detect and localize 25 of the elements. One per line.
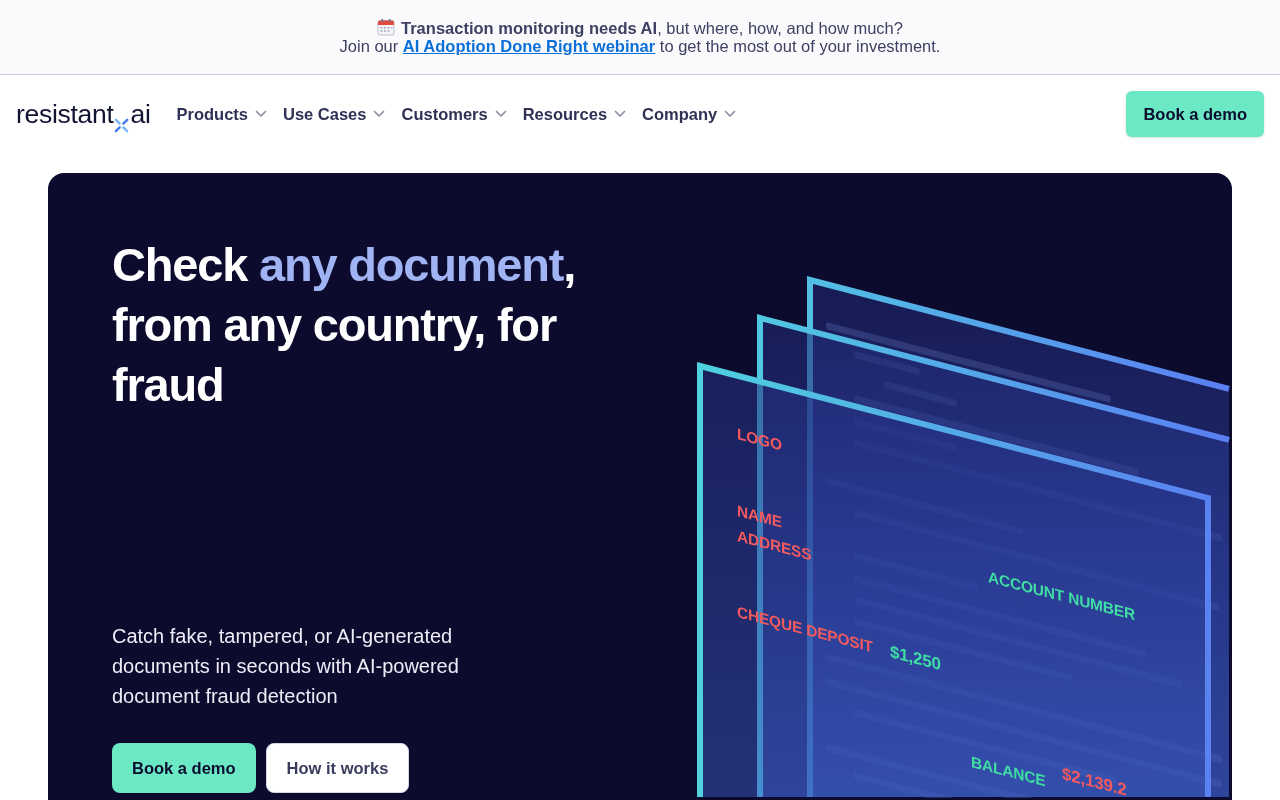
chevron-down-icon	[724, 110, 737, 118]
hero-heading: Check any document, from any country, for fraud	[112, 237, 576, 413]
chevron-down-icon	[614, 110, 627, 118]
nav-menu-item[interactable]: Company	[642, 104, 737, 124]
book-demo-button[interactable]: Book a demo	[1126, 91, 1264, 137]
nav-menu-item[interactable]: Use Cases	[283, 104, 386, 124]
nav-menu-item[interactable]: Customers	[401, 104, 507, 124]
webinar-link[interactable]: AI Adoption Done Right webinar	[402, 37, 656, 55]
hero-subtitle: Catch fake, tampered, or AI-generated documents in seconds with AI-powered document fraud detection	[112, 624, 460, 709]
nav-menu-item[interactable]: Resources	[522, 104, 627, 124]
chevron-down-icon	[494, 110, 507, 118]
amount-label: $2,139.2	[1062, 763, 1127, 798]
x-mark-icon	[114, 118, 130, 133]
nav-menu-item[interactable]: Products	[176, 104, 267, 124]
field-label: LOGO	[737, 425, 782, 454]
announcement-text: Join our AI Adoption Done Right webinar to get the most out of your investment.	[339, 37, 941, 55]
logo-link[interactable]: resistant ai	[16, 99, 151, 129]
field-label: NAME	[737, 502, 782, 531]
calendar-icon	[377, 18, 396, 36]
how-it-works-button[interactable]: How it works	[265, 743, 410, 793]
book-demo-button[interactable]: Book a demo	[112, 743, 256, 793]
chevron-down-icon	[255, 110, 267, 118]
announcement-headline: Transaction monitoring needs AI, but where, how, and how much?	[401, 19, 903, 37]
chevron-down-icon	[373, 110, 386, 118]
amount-label: $1,250	[890, 641, 941, 675]
